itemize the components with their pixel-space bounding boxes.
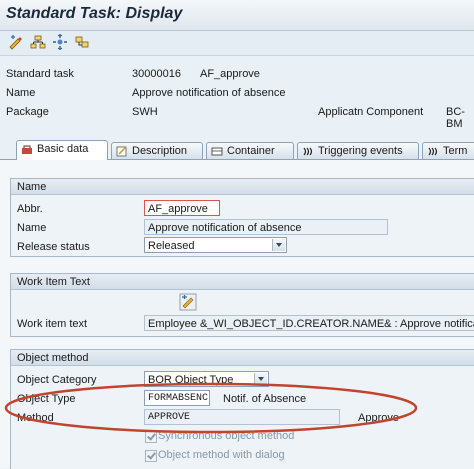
tab-label: Triggering events <box>318 145 403 157</box>
method-with-dialog-label: Object method with dialog <box>158 449 285 461</box>
method-input[interactable]: APPROVE <box>144 409 340 425</box>
abbr-input[interactable]: AF_approve <box>144 200 220 216</box>
release-status-select[interactable]: Released <box>144 237 287 253</box>
tab-terminating-events[interactable]: Term <box>422 142 474 159</box>
standard-task-id: 30000016 <box>132 68 181 80</box>
task-header: Standard task 30000016 AF_approve Name A… <box>0 60 474 130</box>
tab-strip: Basic data Description Container Trigger… <box>0 140 474 160</box>
method-label: Method <box>17 412 54 424</box>
work-item-text-group: Work Item Text Work item text Employee &… <box>10 273 474 337</box>
description-icon <box>116 146 127 157</box>
object-type-description: Notif. of Absence <box>223 393 307 405</box>
container-icon <box>211 147 223 156</box>
basic-data-panel: Name Abbr. AF_approve Name Approve notif… <box>0 159 474 469</box>
tab-container[interactable]: Container <box>206 142 294 159</box>
edit-display-icon[interactable] <box>8 34 24 50</box>
object-category-select[interactable]: BOR Object Type <box>144 371 269 387</box>
chevron-down-icon[interactable] <box>272 239 285 251</box>
chevron-down-icon[interactable] <box>254 373 267 385</box>
group-title: Name <box>11 179 474 195</box>
tab-label: Description <box>132 145 188 157</box>
synchronous-method-checkbox[interactable] <box>145 431 157 443</box>
group-title: Object method <box>11 350 474 366</box>
standard-task-label: Standard task <box>6 68 74 80</box>
package-value: SWH <box>132 106 158 118</box>
object-hierarchy-icon[interactable] <box>30 34 46 50</box>
event-icon <box>428 147 438 156</box>
tab-triggering-events[interactable]: Triggering events <box>297 142 419 159</box>
abbr-label: Abbr. <box>17 203 43 215</box>
release-status-label: Release status <box>17 241 90 253</box>
object-method-group: Object method Object Category BOR Object… <box>10 349 474 469</box>
tab-label: Container <box>227 145 275 157</box>
standard-task-abbr: AF_approve <box>200 68 260 80</box>
workflow-icon[interactable] <box>52 34 68 50</box>
name-group: Name Abbr. AF_approve Name Approve notif… <box>10 178 474 257</box>
object-category-value: BOR Object Type <box>148 374 234 386</box>
tab-label: Term <box>443 145 468 157</box>
method-description: Approve <box>358 412 399 424</box>
work-item-text-label: Work item text <box>17 318 88 330</box>
object-type-label: Object Type <box>17 393 76 405</box>
release-status-value: Released <box>148 240 195 252</box>
object-category-label: Object Category <box>17 374 97 386</box>
edit-text-icon[interactable] <box>179 293 197 311</box>
tab-label: Basic data <box>37 143 89 155</box>
window-title: Standard Task: Display <box>6 5 183 22</box>
title-bar: Standard Task: Display <box>0 0 474 31</box>
package-label: Package <box>6 106 49 118</box>
where-used-icon[interactable] <box>74 34 90 50</box>
application-toolbar <box>0 31 474 56</box>
header-name-label: Name <box>6 87 36 99</box>
name-label: Name <box>17 222 47 234</box>
app-component-value: BC-BM <box>446 106 465 130</box>
app-component-label: Applicatn Component <box>318 106 424 118</box>
method-with-dialog-checkbox[interactable] <box>145 450 157 462</box>
event-icon <box>303 147 313 156</box>
synchronous-method-label: Synchronous object method <box>158 430 295 442</box>
group-title: Work Item Text <box>11 274 474 290</box>
work-item-text-input[interactable]: Employee &_WI_OBJECT_ID.CREATOR.NAME& : … <box>144 315 474 331</box>
object-type-input[interactable]: FORMABSENC <box>144 390 210 406</box>
tab-description[interactable]: Description <box>111 142 203 159</box>
header-name-value: Approve notification of absence <box>132 87 286 99</box>
name-input[interactable]: Approve notification of absence <box>144 219 388 235</box>
basic-data-icon <box>22 145 32 154</box>
tab-basic-data[interactable]: Basic data <box>16 140 108 160</box>
